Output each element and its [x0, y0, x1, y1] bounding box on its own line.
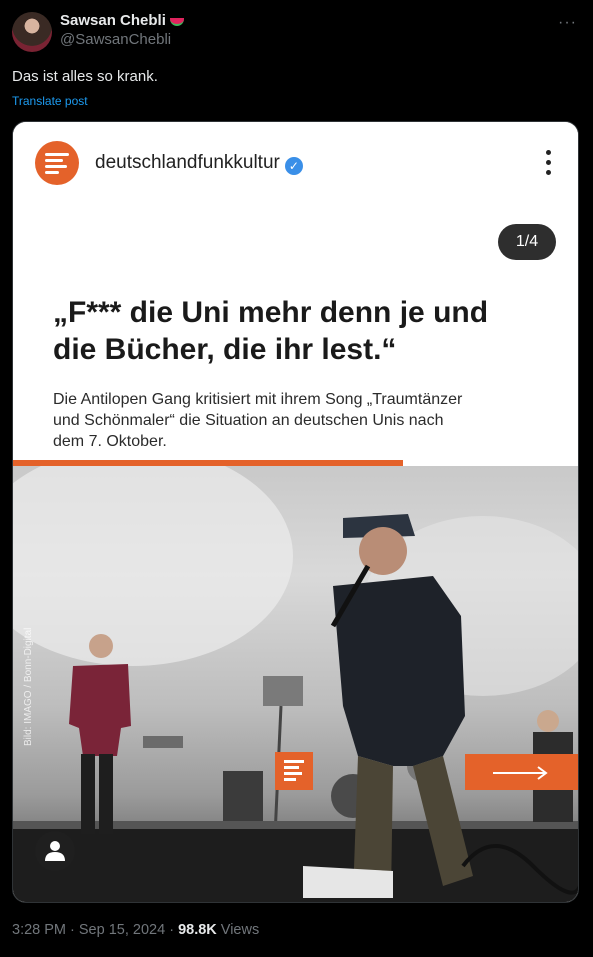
arrow-right-icon[interactable] [465, 754, 578, 790]
person-glyph [45, 841, 65, 861]
verified-check-icon: ✓ [284, 157, 303, 175]
media-card[interactable]: deutschlandfunkkultur ✓ 1/4 „F*** die Uni… [12, 121, 579, 903]
author-block: Sawsan Chebli @SawsanChebli [60, 12, 184, 48]
kebab-menu-icon [546, 150, 552, 180]
slide-subline: Die Antilopen Gang kritisiert mit ihrem … [53, 391, 463, 450]
slide-headline: „F*** die Uni mehr denn je und die Büche… [53, 296, 489, 367]
concert-photo: Bild: IMAGO / Bonn-Digital [13, 466, 578, 902]
author-handle[interactable]: @SawsanChebli [60, 31, 184, 48]
tweet-date[interactable]: Sep 15, 2024 [79, 922, 165, 938]
embed-account-label: deutschlandfunkkultur [95, 152, 280, 173]
deutschlandfunk-logo-icon [35, 141, 79, 185]
photo-credit: Bild: IMAGO / Bonn-Digital [23, 627, 34, 746]
author-name-row[interactable]: Sawsan Chebli [60, 12, 184, 29]
views-label: Views [220, 922, 260, 938]
author-avatar[interactable] [12, 12, 52, 52]
carousel-slide: 1/4 „F*** die Uni mehr denn je und die B… [13, 202, 578, 902]
translate-link[interactable]: Translate post [12, 94, 88, 108]
tweet-meta: 3:28 PM · Sep 15, 2024 · 98.8K Views [12, 922, 259, 938]
meta-separator: · [169, 922, 179, 938]
slide-counter: 1/4 [498, 224, 556, 260]
embed-account-name: deutschlandfunkkultur ✓ [95, 152, 303, 175]
meta-separator: · [70, 922, 79, 938]
tweet-time[interactable]: 3:28 PM [12, 922, 66, 938]
user-tag-icon[interactable] [35, 831, 75, 871]
deutschlandfunk-square-logo-icon [275, 752, 313, 790]
views-count: 98.8K [178, 922, 217, 938]
watermelon-icon [169, 17, 184, 26]
concert-scene [13, 466, 578, 902]
tweet-text: Das ist alles so krank. [12, 68, 158, 85]
more-horizontal-icon[interactable]: ··· [558, 14, 577, 32]
embed-header: deutschlandfunkkultur ✓ [13, 122, 578, 202]
author-name[interactable]: Sawsan Chebli [60, 12, 166, 29]
arrow-right-glyph [493, 766, 548, 780]
